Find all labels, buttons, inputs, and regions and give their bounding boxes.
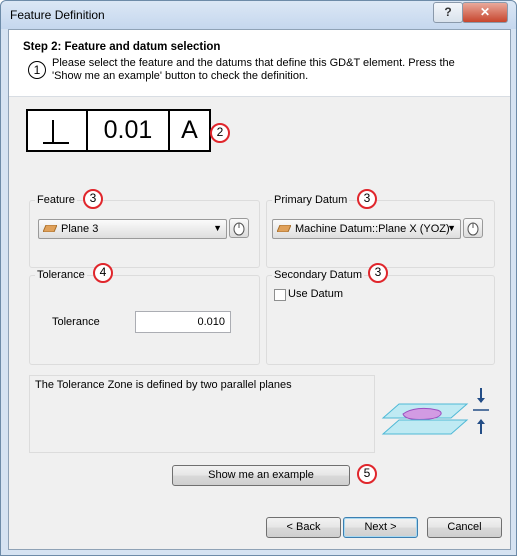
- tolerance-zone-info: The Tolerance Zone is defined by two par…: [29, 375, 375, 453]
- feature-label: Feature: [35, 194, 77, 206]
- badge-3-secondary: 3: [368, 263, 388, 283]
- badge-3-feature: 3: [83, 189, 103, 209]
- dialog-window: Feature Definition ? ✕ Step 2: Feature a…: [0, 0, 517, 556]
- instruction-text: Please select the feature and the datums…: [52, 57, 455, 82]
- tolerance-input[interactable]: 0.010: [135, 311, 231, 333]
- feature-combobox[interactable]: Plane 3 ▼: [38, 219, 227, 239]
- primary-datum-label: Primary Datum: [272, 194, 350, 206]
- show-example-button[interactable]: Show me an example: [172, 465, 350, 486]
- wizard-body: 0.01 A 2 Feature 3 Plane 3 ▼ Primary Dat…: [9, 97, 510, 549]
- back-button[interactable]: < Back: [266, 517, 341, 538]
- badge-4: 4: [93, 263, 113, 283]
- primary-datum-pick-button[interactable]: [463, 218, 483, 238]
- badge-1: 1: [28, 61, 46, 79]
- chevron-down-icon: ▼: [213, 223, 222, 233]
- plane-icon: [277, 225, 291, 232]
- primary-datum-combobox[interactable]: Machine Datum::Plane X (YOZ) ▼: [272, 219, 461, 239]
- tolerance-group-label: Tolerance: [35, 269, 87, 281]
- window-title: Feature Definition: [10, 8, 105, 22]
- plane-icon: [43, 225, 57, 232]
- mouse-icon: [233, 222, 245, 236]
- badge-3-primary: 3: [357, 189, 377, 209]
- feature-pick-button[interactable]: [229, 218, 249, 238]
- badge-5: 5: [357, 464, 377, 484]
- wizard-header: Step 2: Feature and datum selection 1 Pl…: [9, 30, 510, 97]
- tolerance-zone-illustration-icon: [381, 388, 489, 435]
- use-datum-label[interactable]: Use Datum: [288, 288, 343, 300]
- badge-2: 2: [210, 123, 230, 143]
- primary-datum-selected-value: Machine Datum::Plane X (YOZ): [295, 223, 450, 235]
- step-title: Step 2: Feature and datum selection: [23, 41, 221, 53]
- perpendicularity-icon: [43, 119, 69, 144]
- secondary-datum-label: Secondary Datum: [272, 269, 365, 281]
- perpendicularity-symbol: [28, 111, 88, 150]
- title-bar[interactable]: Feature Definition ? ✕: [1, 1, 516, 29]
- dialog-client: Step 2: Feature and datum selection 1 Pl…: [8, 29, 511, 550]
- fcf-datum: A: [181, 116, 198, 144]
- fcf-tolerance: 0.01: [88, 111, 170, 150]
- feature-control-frame: 0.01 A: [26, 109, 211, 152]
- chevron-down-icon: ▼: [447, 223, 456, 233]
- next-button[interactable]: Next >: [343, 517, 418, 538]
- use-datum-checkbox[interactable]: [274, 289, 286, 301]
- tolerance-zone-text: The Tolerance Zone is defined by two par…: [35, 379, 292, 391]
- help-button[interactable]: ?: [433, 2, 463, 23]
- close-button[interactable]: ✕: [462, 2, 508, 23]
- tolerance-field-label: Tolerance: [52, 316, 100, 328]
- mouse-icon: [467, 222, 479, 236]
- feature-selected-value: Plane 3: [61, 223, 99, 235]
- cancel-button[interactable]: Cancel: [427, 517, 502, 538]
